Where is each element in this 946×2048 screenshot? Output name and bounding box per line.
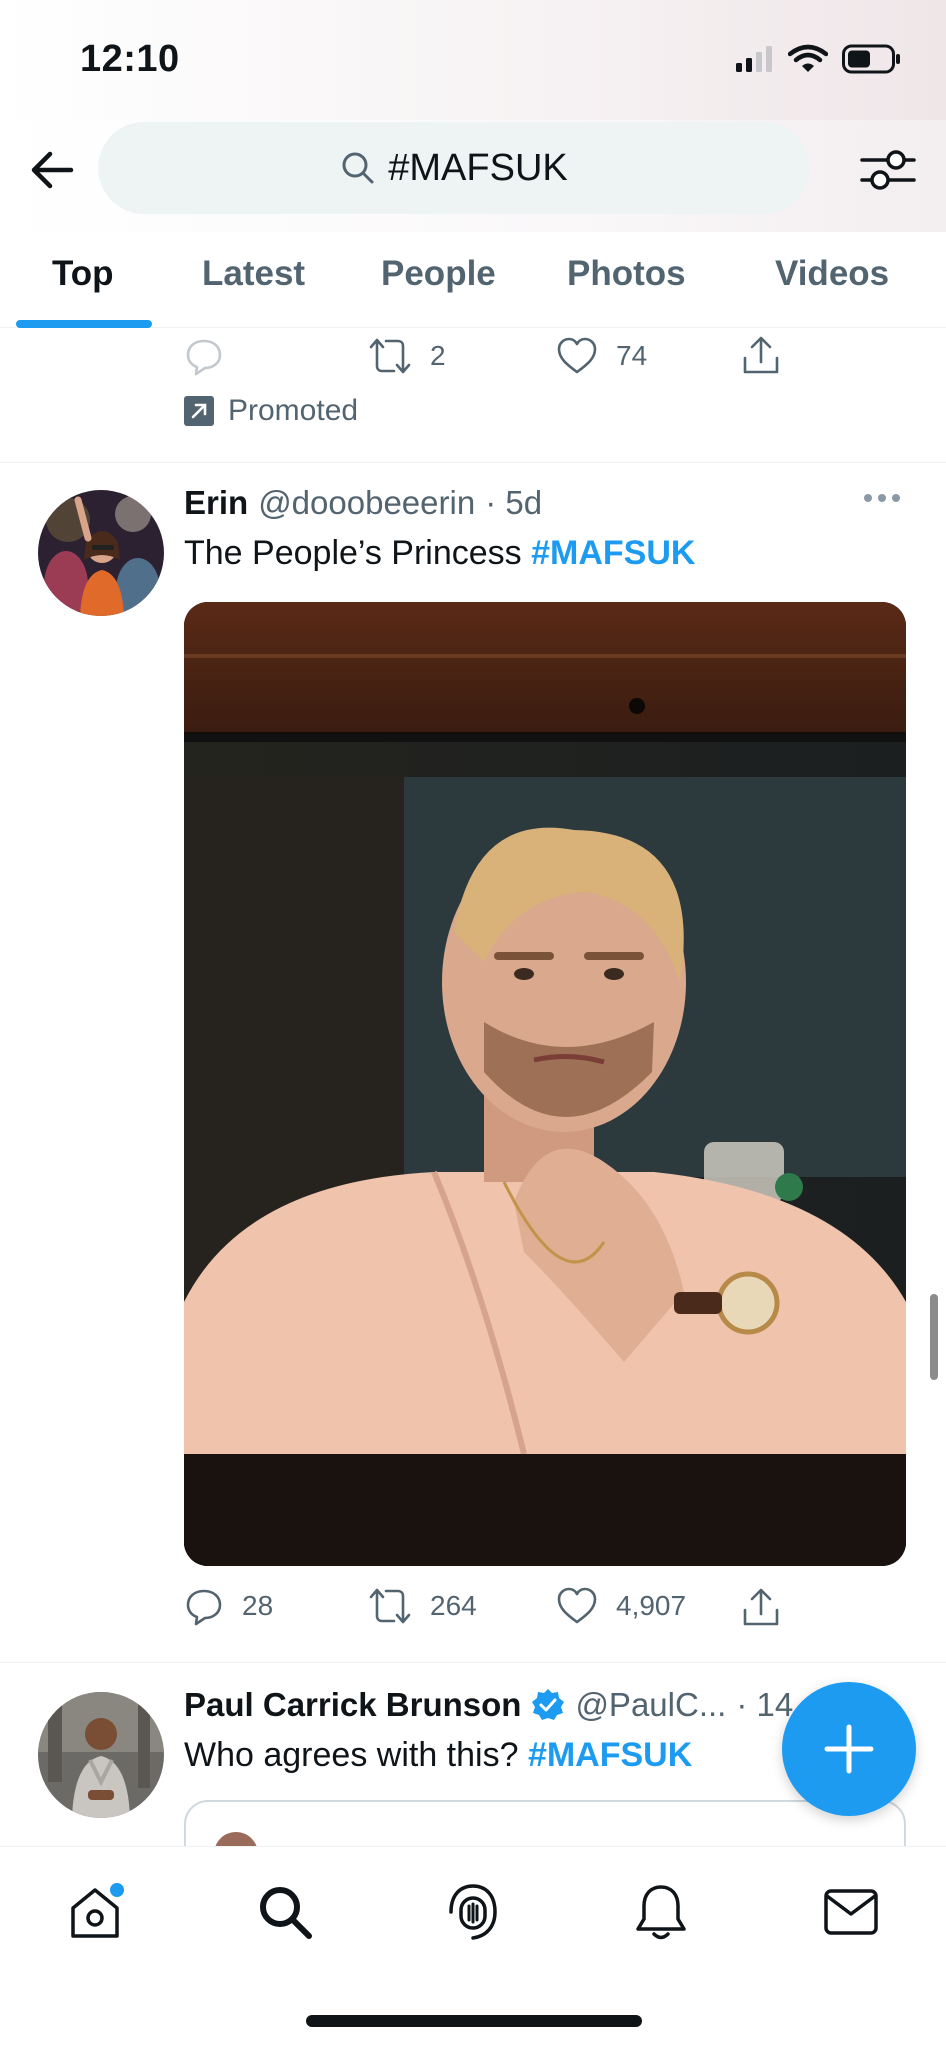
nav-notifications[interactable] bbox=[626, 1877, 696, 1947]
nav-messages[interactable] bbox=[816, 1877, 886, 1947]
tab-photos[interactable]: Photos bbox=[567, 254, 686, 294]
reply-count: 28 bbox=[242, 1590, 274, 1621]
retweet-icon bbox=[369, 1588, 411, 1624]
tweet-media-photo[interactable] bbox=[184, 602, 906, 1566]
tweet-header: Erin @dooobeeerin · 5d bbox=[184, 484, 542, 522]
reply-button[interactable] bbox=[184, 336, 224, 376]
battery-icon bbox=[842, 44, 900, 74]
share-button[interactable] bbox=[741, 334, 781, 376]
compose-tweet-button[interactable] bbox=[782, 1682, 916, 1816]
hashtag-link[interactable]: #MAFSUK bbox=[528, 1736, 692, 1774]
nav-spaces[interactable] bbox=[438, 1877, 508, 1947]
author-handle[interactable]: @PaulC... bbox=[575, 1686, 726, 1724]
nav-home[interactable] bbox=[60, 1877, 130, 1947]
search-icon bbox=[342, 152, 374, 184]
more-options-button[interactable] bbox=[864, 494, 900, 502]
cellular-signal-icon bbox=[736, 46, 772, 72]
reply-button[interactable]: 28 bbox=[184, 1586, 273, 1626]
heart-icon bbox=[557, 1587, 597, 1624]
avatar-image bbox=[38, 1692, 164, 1818]
share-icon bbox=[743, 336, 779, 374]
retweet-button[interactable]: 264 bbox=[368, 1586, 477, 1626]
active-tab-indicator bbox=[16, 320, 152, 328]
promoted-text: Promoted bbox=[228, 394, 359, 427]
avatar-image bbox=[38, 490, 164, 616]
mail-icon bbox=[824, 1889, 878, 1935]
verified-badge-icon bbox=[532, 1689, 565, 1720]
author-name[interactable]: Erin bbox=[184, 484, 248, 522]
search-icon bbox=[260, 1887, 312, 1939]
nav-explore[interactable] bbox=[250, 1877, 320, 1947]
tab-videos[interactable]: Videos bbox=[775, 254, 889, 294]
retweet-button[interactable]: 2 bbox=[368, 336, 446, 376]
tweet-divider bbox=[0, 1662, 946, 1663]
tweet-time: · 14 bbox=[736, 1686, 794, 1723]
home-indicator bbox=[306, 2015, 642, 2027]
reply-icon bbox=[186, 339, 222, 376]
wifi-icon bbox=[788, 44, 828, 72]
author-name[interactable]: Paul Carrick Brunson bbox=[184, 1686, 521, 1724]
avatar[interactable] bbox=[38, 1692, 164, 1818]
search-query: #MAFSUK bbox=[388, 146, 568, 189]
bell-icon bbox=[636, 1885, 686, 1940]
share-icon bbox=[743, 1588, 779, 1626]
hashtag-link[interactable]: #MAFSUK bbox=[531, 534, 695, 572]
arrow-left-icon bbox=[31, 151, 74, 189]
more-dot bbox=[892, 494, 900, 502]
more-dot bbox=[864, 494, 872, 502]
tab-people[interactable]: People bbox=[381, 254, 496, 294]
previous-tweet-actions: 2 74 bbox=[0, 328, 946, 448]
reply-icon bbox=[186, 1589, 222, 1626]
search-filter-button[interactable] bbox=[858, 140, 918, 200]
like-button[interactable]: 74 bbox=[556, 336, 647, 376]
heart-icon bbox=[557, 337, 597, 374]
back-button[interactable] bbox=[24, 142, 80, 198]
retweet-count: 2 bbox=[430, 340, 446, 371]
avatar[interactable] bbox=[38, 490, 164, 616]
status-icons bbox=[734, 44, 902, 74]
spaces-icon bbox=[449, 1884, 497, 1940]
tweet-body: Who agrees with this? bbox=[184, 1736, 528, 1774]
tweet-divider bbox=[0, 462, 946, 463]
like-button[interactable]: 4,907 bbox=[556, 1586, 686, 1626]
search-input[interactable]: #MAFSUK bbox=[98, 122, 810, 214]
promoted-icon bbox=[184, 396, 214, 426]
search-tabs: Top Latest People Photos Videos bbox=[0, 232, 946, 328]
tweet-text: The People’s Princess #MAFSUK bbox=[184, 534, 695, 573]
search-header: #MAFSUK bbox=[0, 120, 946, 232]
status-time: 12:10 bbox=[80, 38, 180, 80]
tab-top[interactable]: Top bbox=[52, 254, 114, 294]
tweet-header: Paul Carrick Brunson @PaulC... · 14 bbox=[184, 1686, 793, 1724]
tab-latest[interactable]: Latest bbox=[202, 254, 305, 294]
author-handle[interactable]: @dooobeeerin bbox=[258, 484, 475, 522]
tweet-text: Who agrees with this? #MAFSUK bbox=[184, 1736, 692, 1775]
scrollbar-thumb[interactable] bbox=[930, 1294, 938, 1380]
retweet-count: 264 bbox=[430, 1590, 477, 1621]
home-icon bbox=[71, 1883, 124, 1938]
like-count: 4,907 bbox=[616, 1590, 687, 1621]
promoted-label: Promoted bbox=[184, 394, 358, 428]
media-image bbox=[184, 602, 906, 1566]
tweet-body: The People’s Princess bbox=[184, 534, 532, 572]
like-count: 74 bbox=[616, 340, 648, 371]
status-bar: 12:10 bbox=[0, 0, 946, 120]
share-button[interactable] bbox=[741, 1586, 781, 1628]
retweet-icon bbox=[369, 338, 411, 374]
plus-icon bbox=[824, 1724, 874, 1774]
tweet-time: · 5d bbox=[485, 484, 543, 521]
filter-sliders-icon bbox=[860, 150, 916, 190]
bottom-navigation bbox=[0, 1846, 946, 2048]
more-dot bbox=[878, 494, 886, 502]
